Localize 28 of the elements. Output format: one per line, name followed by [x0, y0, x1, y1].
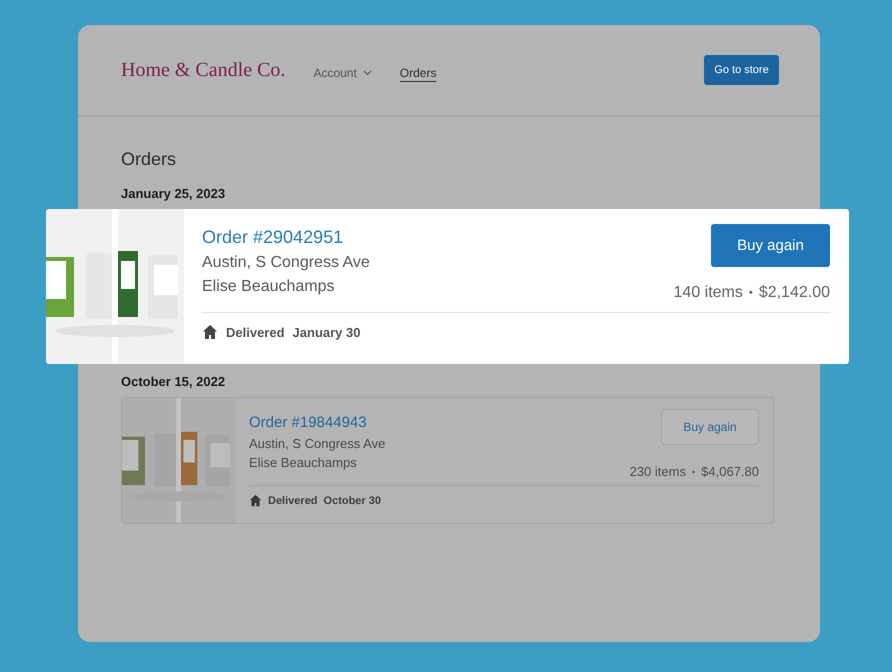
delivery-status: Delivered [226, 324, 285, 340]
order-total: $2,142.00 [758, 284, 830, 302]
chevron-down-icon [362, 70, 372, 76]
customer-name: Elise Beauchamps [249, 455, 358, 470]
order-number-link[interactable]: Order #29042951 [202, 227, 370, 248]
customer-name: Elise Beauchamps [202, 278, 336, 296]
order-address: Austin, S Congress Ave [249, 436, 386, 451]
nav-link[interactable]: Account [313, 66, 372, 80]
page-title: Orders [121, 149, 178, 170]
buy-again-button[interactable]: Buy again [711, 224, 830, 267]
go-to-store-button[interactable]: Go to store [704, 55, 779, 85]
item-count: 140 items [674, 284, 743, 302]
order-date: January 25, 2023 [121, 186, 226, 201]
item-count: 230 items [630, 464, 686, 479]
delivery-date: October 30 [324, 494, 381, 506]
nav-link[interactable]: Orders [400, 66, 436, 80]
order-date: October 15, 2022 [121, 374, 226, 389]
logo: Home & Candle Co. [121, 58, 286, 82]
order-total: $4,067.80 [701, 464, 759, 479]
delivery-date: January 30 [292, 324, 360, 340]
house-icon [202, 324, 218, 340]
buy-again-button[interactable]: Buy again [661, 409, 759, 445]
separator-dot: • [748, 287, 753, 299]
order-address: Austin, S Congress Ave [202, 254, 370, 272]
separator-dot: • [692, 466, 696, 476]
order-number-link[interactable]: Order #19844943 [249, 414, 386, 431]
house-icon [249, 494, 262, 507]
delivery-status: Delivered [268, 494, 318, 506]
